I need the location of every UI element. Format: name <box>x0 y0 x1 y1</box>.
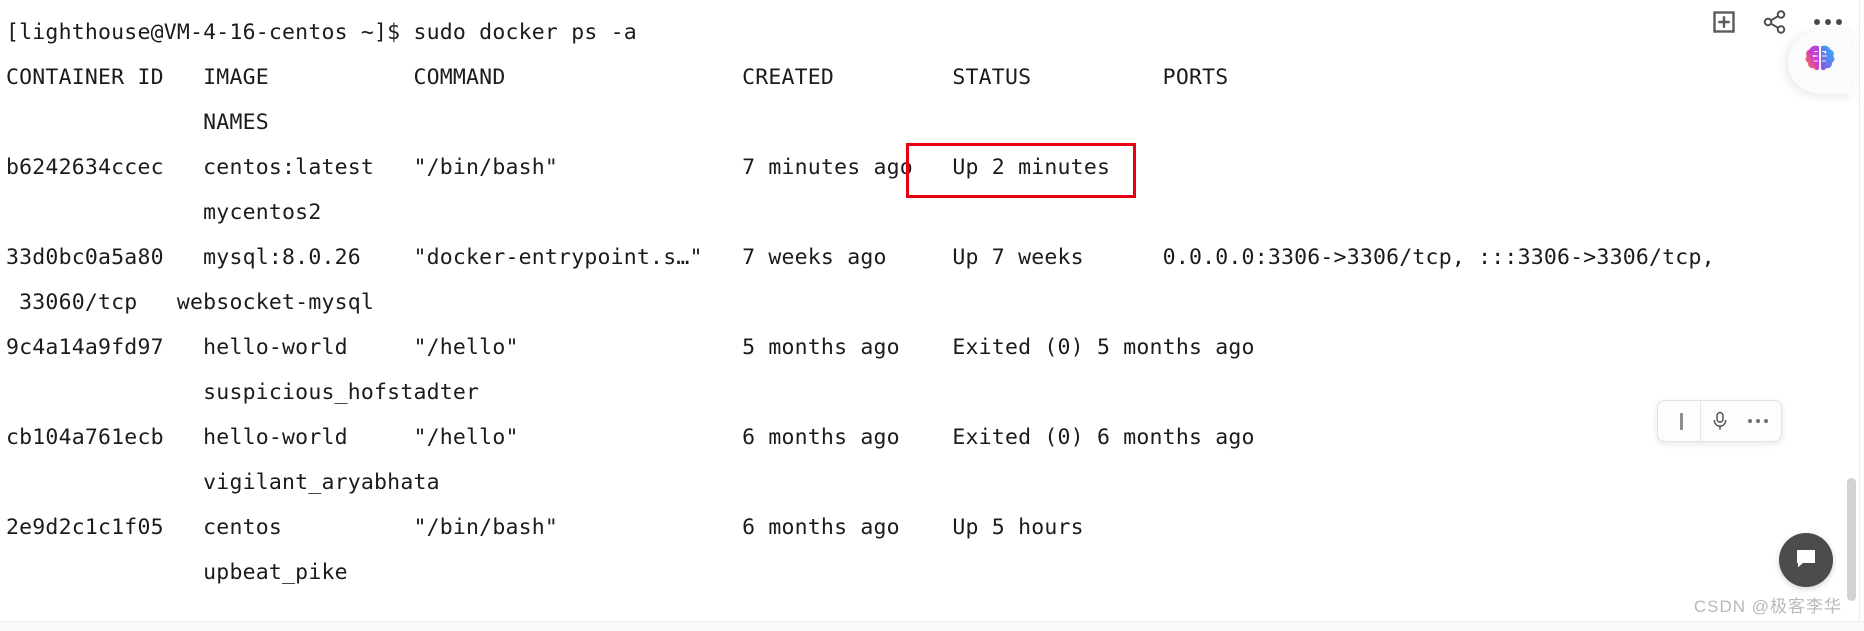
table-row-names: upbeat_pike <box>6 560 348 585</box>
terminal-table-header-line-2: NAMES <box>6 110 269 135</box>
table-row-names: 33060/tcp websocket-mysql <box>6 290 375 315</box>
right-gutter <box>1859 0 1864 631</box>
table-row: cb104a761ecb hello-world "/hello" 6 mont… <box>6 425 1255 450</box>
watermark: CSDN @极客李华 <box>1693 597 1842 616</box>
add-box-icon[interactable] <box>1712 10 1736 34</box>
dot <box>1836 19 1842 25</box>
text-caret-icon[interactable] <box>1662 401 1700 441</box>
table-row-names: vigilant_aryabhata <box>6 470 440 495</box>
dot <box>1748 419 1752 423</box>
more-options-icon[interactable] <box>1739 401 1777 441</box>
table-row-names: suspicious_hofstadter <box>6 380 480 405</box>
table-row: 2e9d2c1c1f05 centos "/bin/bash" 6 months… <box>6 515 1084 540</box>
ai-assistant-button[interactable] <box>1788 30 1852 94</box>
microphone-icon[interactable] <box>1701 401 1739 441</box>
dot <box>1764 419 1768 423</box>
ai-brain-icon <box>1802 42 1838 82</box>
dot <box>1756 419 1760 423</box>
horizontal-scrollbar[interactable] <box>0 621 1864 631</box>
vertical-scrollbar-thumb[interactable] <box>1847 478 1856 601</box>
floating-selection-toolbar <box>1657 400 1782 442</box>
terminal-table-header-line-1: CONTAINER ID IMAGE COMMAND CREATED STATU… <box>6 65 1229 90</box>
dot <box>1814 19 1820 25</box>
table-row: 9c4a14a9fd97 hello-world "/hello" 5 mont… <box>6 335 1255 360</box>
share-icon[interactable] <box>1762 9 1788 35</box>
terminal-output-pane[interactable]: [lighthouse@VM-4-16-centos ~]$ sudo dock… <box>0 0 1845 612</box>
table-row: b6242634ccec centos:latest "/bin/bash" 7… <box>6 155 1111 180</box>
table-row: 33d0bc0a5a80 mysql:8.0.26 "docker-entryp… <box>6 245 1715 270</box>
table-row-names: mycentos2 <box>6 200 322 225</box>
dot <box>1825 19 1831 25</box>
chat-button[interactable] <box>1779 533 1833 587</box>
more-options-icon[interactable] <box>1814 19 1842 25</box>
chat-bubble-icon <box>1793 545 1819 575</box>
terminal-prompt-line: [lighthouse@VM-4-16-centos ~]$ sudo dock… <box>6 20 637 45</box>
caret-bar <box>1679 412 1683 430</box>
